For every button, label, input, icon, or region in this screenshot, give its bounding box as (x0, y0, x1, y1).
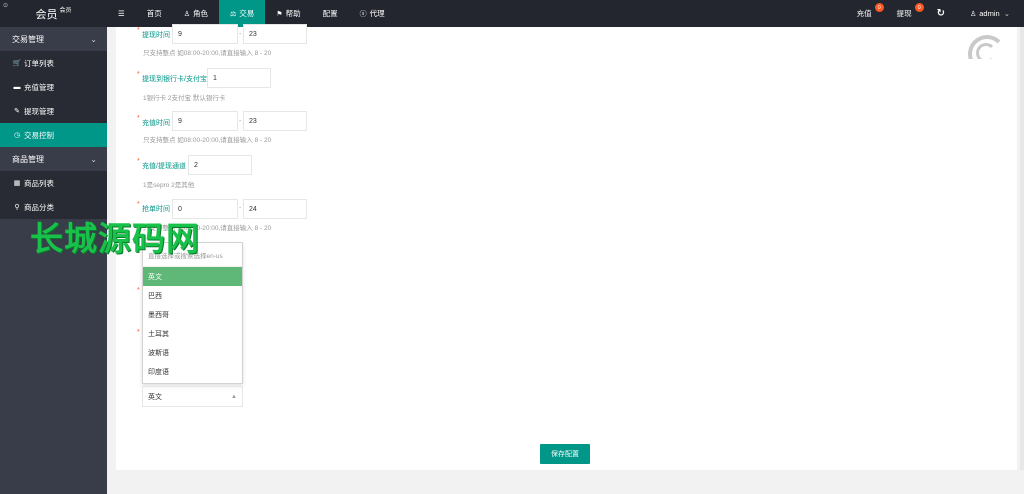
sidebar-group-trade[interactable]: 交易管理 ⌄ (0, 27, 107, 51)
required-marker: * (137, 329, 140, 336)
sidebar-item-goods-list[interactable]: ▦ 商品列表 (0, 171, 107, 195)
user-name: admin (979, 9, 1000, 18)
sidebar-item-orders[interactable]: 🛒 订单列表 (0, 51, 107, 75)
withdraw-to-input[interactable]: 1 (207, 68, 271, 88)
logo[interactable]: ⊙ 会员 会员 (0, 0, 107, 27)
nav-label: 交易 (239, 9, 255, 18)
link-icon: ⚲ (14, 204, 20, 211)
sidebar-item-recharge[interactable]: ▬ 充值管理 (0, 75, 107, 99)
logo-text: 会员 (35, 8, 58, 21)
user-menu[interactable]: ♙ admin ⌄ (956, 0, 1024, 27)
flag-icon: ⚑ (276, 10, 283, 18)
user-icon: ♙ (183, 10, 191, 18)
config-card: * 提现时间 9 - 23 只支持整点 如08:00-20:00,请直接输入 8 … (116, 24, 1017, 470)
withdraw-time-start-input[interactable]: 9 (172, 24, 238, 44)
recharge-label: 充值 (856, 9, 872, 18)
withdraw-time-end-input[interactable]: 23 (243, 24, 307, 44)
watermark-text: 长城源码网 (30, 220, 200, 257)
withdraw-time-tip: 只支持整点 如08:00-20:00,请直接输入 8 - 20 (143, 50, 272, 57)
chevron-down-icon: ⌄ (90, 34, 97, 44)
nav-label: 代理 (369, 9, 385, 18)
nav-label: 帮助 (285, 9, 301, 18)
recharge-badge: 0 (874, 3, 884, 12)
sidebar-item-label: 商品分类 (24, 202, 54, 212)
channel-input[interactable]: 2 (188, 155, 252, 175)
list-icon: ▦ (13, 180, 21, 187)
logo-mini-icon: ⊙ (3, 3, 9, 9)
top-header: ☰ 首页 ♙ 角色 ⚖ 交易 ⚑ 帮助 配置 ⓢ 代理 充值 0 提现 0 ↻ … (107, 0, 1024, 27)
sidebar-group-label: 交易管理 (12, 34, 44, 44)
language-select-value: 英文 (148, 393, 162, 401)
recharge-time-tip: 只支持整点 如08:00-20:00,请直接输入 8 - 20 (143, 137, 272, 144)
dropdown-option[interactable]: 波斯语 (143, 343, 242, 362)
nav-help[interactable]: ⚑ 帮助 (265, 0, 311, 27)
card-icon: ▬ (13, 83, 21, 91)
header-withdraw[interactable]: 提现 0 (886, 0, 926, 27)
withdraw-badge: 0 (914, 3, 924, 12)
sidebar-item-label: 交易控制 (24, 130, 54, 140)
dollar-circle-icon: ⓢ (359, 10, 367, 18)
withdraw-to-label: * 提现到银行卡/支付宝 (137, 71, 207, 83)
header-recharge[interactable]: 充值 0 (846, 0, 886, 27)
nav-role[interactable]: ♙ 角色 (173, 0, 219, 27)
dropdown-option[interactable]: 英文 (143, 267, 242, 286)
menu-icon: ☰ (118, 9, 125, 18)
dropdown-option[interactable]: 巴西 (143, 286, 242, 305)
sidebar-item-label: 商品列表 (24, 178, 54, 188)
save-config-button[interactable]: 保存配置 (540, 444, 590, 464)
nav-label: 角色 (193, 9, 209, 18)
language-dropdown: 直接选择或搜索选择en-us 英文 巴西 墨西哥 土耳其 波斯语 印度语 (142, 242, 243, 384)
nav-config[interactable]: 配置 (312, 0, 349, 27)
scrollbar[interactable] (1020, 27, 1024, 470)
scale-icon: ⚖ (230, 10, 237, 18)
dropdown-option[interactable]: 土耳其 (143, 324, 242, 343)
nav-agent[interactable]: ⓢ 代理 (349, 0, 396, 27)
range-separator: - (239, 118, 242, 125)
sidebar-item-trade-control[interactable]: ◷ 交易控制 (0, 123, 107, 147)
sidebar-group-goods[interactable]: 商品管理 ⌄ (0, 147, 107, 171)
refresh-icon: ↻ (936, 8, 945, 19)
loading-spinner-icon (968, 35, 1002, 59)
withdraw-to-tip: 1银行卡 2支付宝 默认银行卡 (143, 95, 226, 102)
channel-tip: 1是sepro 2是其他 (143, 182, 195, 189)
sidebar-item-label: 提现管理 (24, 106, 54, 116)
dropdown-option[interactable]: 墨西哥 (143, 305, 242, 324)
grab-time-end-input[interactable]: 24 (243, 199, 307, 219)
logo-sup: 会员 (59, 8, 72, 14)
cart-icon: 🛒 (12, 60, 22, 67)
withdraw-label: 提现 (896, 9, 912, 18)
chevron-down-icon: ⌄ (90, 154, 97, 164)
recharge-time-start-input[interactable]: 9 (172, 111, 238, 131)
channel-label: * 充值/提现通道 (137, 158, 186, 170)
range-separator: - (239, 31, 242, 38)
nav-trade[interactable]: ⚖ 交易 (219, 0, 266, 27)
sidebar-item-label: 订单列表 (24, 58, 54, 68)
menu-toggle-button[interactable]: ☰ (107, 0, 136, 27)
sidebar-group-label: 商品管理 (12, 154, 44, 164)
language-select[interactable]: 英文 ▲ (142, 386, 243, 407)
withdraw-time-label: * 提现时间 (137, 27, 170, 39)
dashboard-icon: ◷ (13, 132, 21, 139)
nav-label: 首页 (146, 9, 162, 18)
hammer-icon: ✎ (14, 108, 20, 115)
sidebar-item-label: 充值管理 (24, 82, 54, 92)
nav-label: 配置 (322, 9, 338, 18)
recharge-time-label: * 充值时间 (137, 115, 170, 127)
refresh-button[interactable]: ↻ (926, 0, 956, 27)
range-separator: - (239, 205, 242, 212)
dropdown-option[interactable]: 印度语 (143, 362, 242, 381)
recharge-time-end-input[interactable]: 23 (243, 111, 307, 131)
nav-home[interactable]: 首页 (136, 0, 173, 27)
sidebar-item-withdraw[interactable]: ✎ 提现管理 (0, 99, 107, 123)
chevron-down-icon: ⌄ (1003, 9, 1010, 18)
caret-up-icon: ▲ (231, 393, 237, 400)
required-marker: * (137, 287, 140, 294)
user-icon: ♙ (969, 10, 977, 18)
